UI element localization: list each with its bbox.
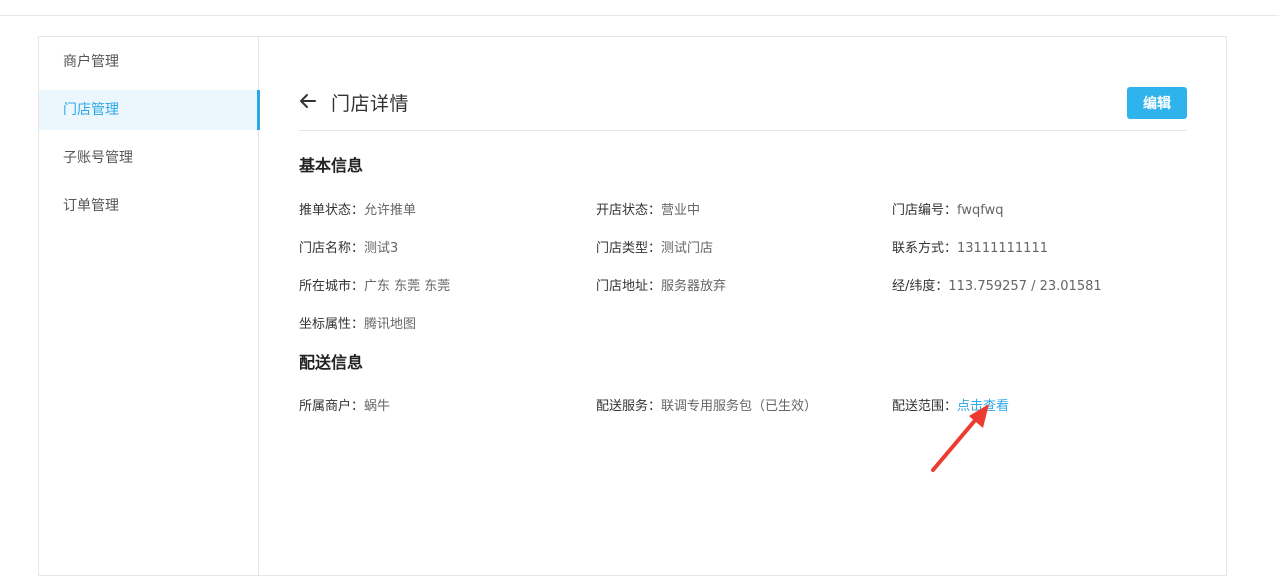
annotation-arrow-icon — [931, 404, 989, 472]
sidebar-item-subaccount-management[interactable]: 子账号管理 — [39, 138, 259, 178]
field-delivery-service: 配送服务：联调专用服务包（已生效） — [596, 399, 818, 414]
field-push-status: 推单状态：允许推单 — [299, 203, 417, 218]
sidebar-item-merchant-management[interactable]: 商户管理 — [39, 42, 259, 82]
top-bar — [0, 0, 1279, 16]
field-store-number: 门店编号：fwqfwq — [892, 203, 1004, 218]
field-store-type: 门店类型：测试门店 — [596, 241, 714, 256]
field-merchant: 所属商户：蜗牛 — [299, 399, 391, 414]
field-address: 门店地址：服务器放弃 — [596, 279, 727, 294]
section-title-delivery-info: 配送信息 — [299, 353, 364, 372]
main-content: 门店详情 编辑 基本信息 推单状态：允许推单 开店状态：营业中 门店编号：fwq… — [299, 37, 1187, 575]
edit-button[interactable]: 编辑 — [1127, 87, 1187, 119]
content-frame: 商户管理 门店管理 子账号管理 订单管理 门店详情 编辑 基本信息 推单状态：允… — [38, 36, 1227, 576]
section-title-basic-info: 基本信息 — [299, 156, 364, 175]
page-header: 门店详情 编辑 — [299, 87, 1187, 131]
field-store-name: 门店名称：测试3 — [299, 241, 399, 256]
field-coordinate-type: 坐标属性：腾讯地图 — [299, 317, 417, 332]
sidebar: 商户管理 门店管理 子账号管理 订单管理 — [39, 37, 260, 575]
page-title: 门店详情 — [331, 93, 410, 115]
field-city: 所在城市：广东 东莞 东莞 — [299, 279, 451, 294]
sidebar-item-store-management[interactable]: 门店管理 — [39, 90, 260, 130]
sidebar-item-order-management[interactable]: 订单管理 — [39, 186, 259, 226]
back-arrow-icon[interactable] — [299, 92, 317, 110]
field-open-status: 开店状态：营业中 — [596, 203, 701, 218]
field-coordinates: 经/纬度：113.759257 / 23.01581 — [892, 279, 1102, 294]
field-contact: 联系方式：13111111111 — [892, 241, 1048, 256]
